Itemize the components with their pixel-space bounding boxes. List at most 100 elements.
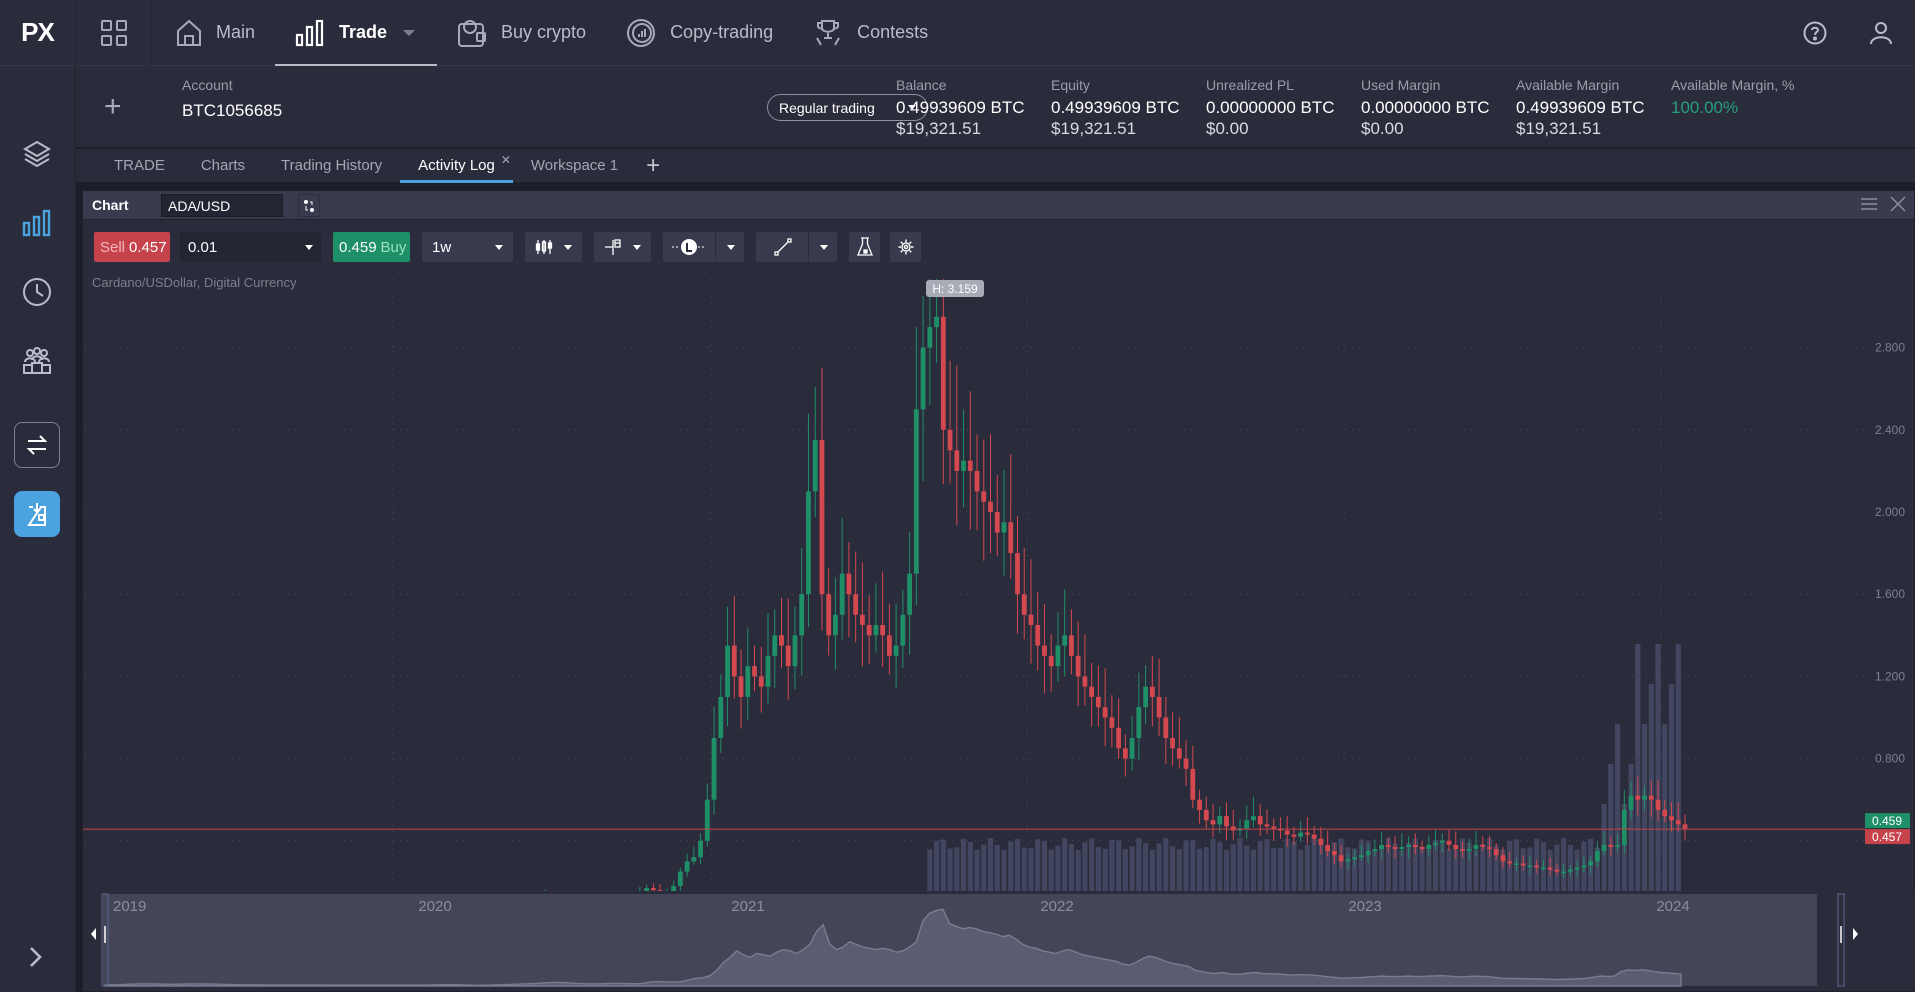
volume-bar <box>1142 843 1149 891</box>
apps-grid-button[interactable] <box>76 0 152 66</box>
volume-bar <box>947 848 953 891</box>
candle <box>1291 834 1297 837</box>
copy-trading-icon <box>627 18 656 47</box>
candle <box>1190 768 1196 800</box>
chart-type-select[interactable] <box>524 231 583 263</box>
candle <box>1176 748 1182 759</box>
candle <box>1197 799 1202 810</box>
sidebar-item-transfer[interactable] <box>14 422 60 468</box>
add-tab-button[interactable]: + <box>636 152 670 180</box>
account-id[interactable]: BTC1056685 <box>182 101 282 121</box>
volume-bar <box>960 838 967 891</box>
indicators-select[interactable] <box>593 231 652 263</box>
timezone-icon <box>663 238 707 256</box>
sidebar-item-community[interactable] <box>14 338 60 384</box>
link-button[interactable] <box>298 194 320 217</box>
nav-contests[interactable]: Contests <box>793 0 948 66</box>
metric-label: Available Margin, % <box>1671 77 1795 93</box>
volume-bar <box>1102 848 1108 891</box>
quantity-select[interactable]: 0.01 <box>179 231 322 263</box>
buy-button[interactable]: 0.459 Buy <box>332 231 411 263</box>
candle <box>806 491 811 595</box>
nav-main[interactable]: Main <box>152 0 275 66</box>
candle <box>826 594 832 636</box>
logo[interactable]: PX <box>0 0 76 66</box>
candle <box>1594 851 1600 862</box>
swap-icon <box>26 435 48 455</box>
settings-button[interactable] <box>889 231 922 263</box>
volume-bar <box>1068 844 1075 891</box>
candle <box>1345 859 1351 862</box>
tab-trading-history[interactable]: Trading History <box>263 149 400 183</box>
volume-bar <box>1149 849 1155 891</box>
volume-bar <box>940 839 946 891</box>
candle <box>1541 867 1546 870</box>
close-tab-icon[interactable]: ✕ <box>501 153 511 167</box>
sidebar-expand[interactable] <box>22 944 48 975</box>
drawing-tools-select[interactable] <box>755 231 838 263</box>
chevron-down-icon <box>495 244 503 250</box>
add-account-button[interactable]: + <box>104 90 122 124</box>
y-tick-label: 0.800 <box>1875 752 1905 766</box>
close-icon[interactable] <box>1890 196 1906 212</box>
nav-trade[interactable]: Trade <box>275 0 438 66</box>
candle <box>1581 865 1587 868</box>
settings-icon <box>898 239 913 255</box>
candle <box>913 409 919 574</box>
interval-select[interactable]: 1w <box>421 231 514 263</box>
candle <box>1318 838 1324 845</box>
chevron-right-icon <box>30 947 42 967</box>
sidebar-item-charts[interactable] <box>14 200 60 246</box>
tab-workspace-1[interactable]: Workspace 1 <box>513 149 636 183</box>
volume-bar <box>1304 845 1311 891</box>
candle <box>1095 696 1101 708</box>
clock-icon <box>23 278 51 306</box>
nav-buy-crypto-label: Buy crypto <box>501 22 587 42</box>
volume-bar <box>1196 848 1203 891</box>
volume-bar <box>1203 847 1209 891</box>
volume-bar <box>933 840 940 891</box>
navigator-tick-label: 2019 <box>113 898 146 915</box>
studies-button[interactable] <box>848 231 881 263</box>
nav-buy-crypto[interactable]: Buy crypto <box>437 0 606 66</box>
volume-bar <box>1028 848 1034 891</box>
metric-btc-value: 0.49939609 BTC <box>1516 98 1645 117</box>
candle <box>1136 707 1142 739</box>
candle <box>1635 795 1641 800</box>
chart-panel-header: Chart <box>83 191 1914 220</box>
chart-navigator[interactable]: 2019 2020 2021 2022 2023 2024 <box>83 891 1915 991</box>
tab-charts[interactable]: Charts <box>183 149 263 183</box>
tab-activity-log[interactable]: Activity Log ✕ <box>400 149 513 183</box>
candle <box>1406 844 1411 847</box>
symbol-input[interactable] <box>161 194 283 217</box>
candle <box>1648 795 1654 800</box>
sell-button[interactable]: Sell 0.457 <box>93 231 171 263</box>
tab-trade[interactable]: TRADE <box>96 149 183 183</box>
volume-bar <box>1277 847 1284 891</box>
volume-bar <box>1089 838 1095 891</box>
price-chart[interactable]: 2.8002.4002.0001.6001.2000.8002020202120… <box>83 279 1915 891</box>
candle <box>1075 655 1081 677</box>
candle <box>718 696 724 739</box>
candle <box>947 429 953 451</box>
menu-icon[interactable] <box>1860 197 1878 211</box>
user-icon[interactable] <box>1869 21 1893 45</box>
sidebar-item-history[interactable] <box>14 269 60 315</box>
candle <box>1008 522 1014 554</box>
y-tick-label: 1.600 <box>1875 587 1905 601</box>
candle <box>1500 855 1506 862</box>
sidebar-item-layers[interactable] <box>14 131 60 177</box>
help-icon[interactable] <box>1803 21 1827 45</box>
bar-chart-icon <box>295 19 324 46</box>
trading-mode-value: Regular trading <box>779 99 875 116</box>
nav-copy-trading[interactable]: Copy-trading <box>606 0 793 66</box>
navigator-tick-label: 2024 <box>1656 898 1689 915</box>
sidebar-item-deposit[interactable] <box>14 491 60 537</box>
timezone-select[interactable] <box>662 231 745 263</box>
candle <box>900 614 906 646</box>
candle <box>893 645 899 656</box>
top-nav: PX Main Trade Buy crypto Copy-trading Co… <box>0 0 1915 66</box>
candle <box>1163 717 1169 739</box>
volume-bar <box>1399 849 1405 891</box>
candle <box>704 799 710 841</box>
